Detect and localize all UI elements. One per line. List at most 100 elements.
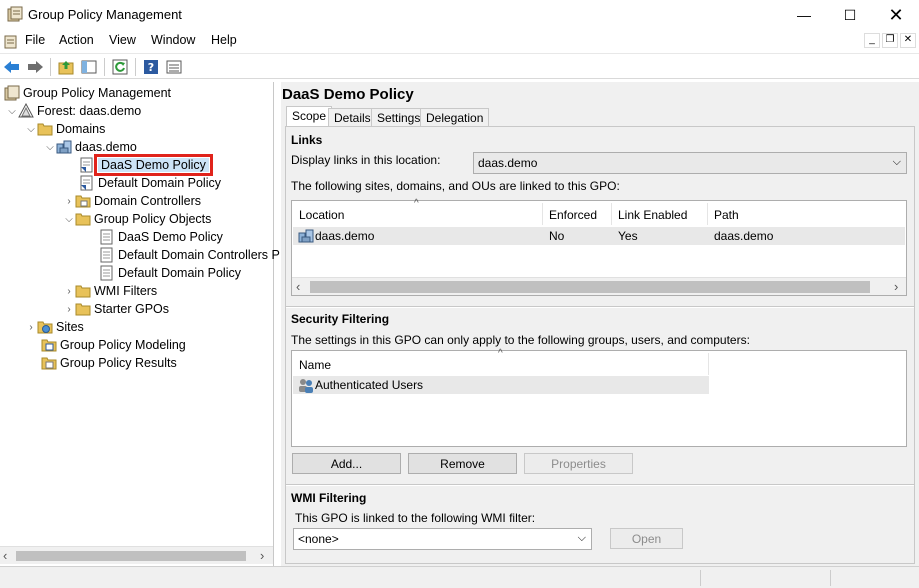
chevron-down-icon: ⌵ xyxy=(892,156,901,168)
column-divider xyxy=(611,203,612,225)
menu-file[interactable]: File xyxy=(25,33,45,47)
scrollbar-thumb[interactable] xyxy=(310,281,870,293)
tree-item-modeling[interactable]: Group Policy Modeling xyxy=(41,336,186,354)
column-divider xyxy=(542,203,543,225)
results-icon xyxy=(41,355,57,371)
tree-item-gpo-folder[interactable]: ⌵ Group Policy Objects xyxy=(63,210,211,228)
security-listview[interactable]: ^ Name Authenticated Users xyxy=(291,348,907,447)
menu-action[interactable]: Action xyxy=(59,33,94,47)
menu-window[interactable]: Window xyxy=(151,33,195,47)
security-description: The settings in this GPO can only apply … xyxy=(291,333,750,347)
tree-item-wmi-filters[interactable]: › WMI Filters xyxy=(63,282,157,300)
column-header-enforced[interactable]: Enforced xyxy=(549,208,597,222)
tree-label: Group Policy Objects xyxy=(94,212,212,226)
column-header-location[interactable]: Location xyxy=(299,208,344,222)
links-listview[interactable]: ^ Location Enforced Link Enabled Path da… xyxy=(291,198,907,296)
svg-text:?: ? xyxy=(148,61,154,74)
forward-icon[interactable] xyxy=(26,58,44,76)
chevron-left-icon[interactable]: ‹ xyxy=(3,548,7,563)
chevron-right-icon[interactable]: › xyxy=(260,548,264,563)
console-tree: Group Policy Management ⌵ Forest: daas.d… xyxy=(0,82,280,566)
chevron-right-icon[interactable]: › xyxy=(63,196,75,207)
tree-label: Group Policy Modeling xyxy=(60,338,186,352)
links-horizontal-scrollbar[interactable]: ‹ › xyxy=(292,277,906,295)
domain-icon xyxy=(56,139,72,155)
display-links-dropdown[interactable]: daas.demo ⌵ xyxy=(473,152,907,174)
tree-label: Default Domain Policy xyxy=(98,176,221,190)
chevron-down-icon[interactable]: ⌵ xyxy=(63,214,75,225)
tree-item-domain-controllers[interactable]: › Domain Controllers xyxy=(63,192,201,210)
tree-label-selected: DaaS Demo Policy xyxy=(94,154,213,176)
chevron-down-icon[interactable]: ⌵ xyxy=(6,106,18,117)
tree-item-starter-gpos[interactable]: › Starter GPOs xyxy=(63,300,169,318)
chevron-left-icon[interactable]: ‹ xyxy=(296,279,300,294)
column-header-path[interactable]: Path xyxy=(714,208,739,222)
mdi-close-button[interactable]: ✕ xyxy=(900,33,916,48)
tab-scope[interactable]: Scope xyxy=(286,106,333,127)
toolbar: ? xyxy=(0,53,919,79)
app-icon xyxy=(7,6,23,22)
chevron-right-icon[interactable]: › xyxy=(63,304,75,315)
status-bar xyxy=(0,566,919,588)
tree-horizontal-scrollbar[interactable]: ‹ › xyxy=(0,546,273,564)
security-heading: Security Filtering xyxy=(291,312,390,326)
tree-item-gpo-ddcp[interactable]: Default Domain Controllers P xyxy=(99,246,280,264)
chevron-down-icon[interactable]: ⌵ xyxy=(44,142,56,153)
display-links-label: Display links in this location: xyxy=(291,153,441,167)
tree-item-default-domain-policy-link[interactable]: Default Domain Policy xyxy=(79,174,221,192)
open-button[interactable]: Open xyxy=(610,528,683,549)
mdi-minimize-button[interactable]: _ xyxy=(864,33,880,48)
tab-details[interactable]: Details xyxy=(328,108,377,127)
back-icon[interactable] xyxy=(3,58,21,76)
table-row[interactable]: Authenticated Users xyxy=(293,376,709,394)
tree-item-gpo-daas[interactable]: DaaS Demo Policy xyxy=(99,228,223,246)
maximize-button[interactable]: ☐ xyxy=(827,0,873,30)
up-folder-icon[interactable] xyxy=(57,58,75,76)
tree-item-results[interactable]: Group Policy Results xyxy=(41,354,177,372)
tree-label: Default Domain Controllers P xyxy=(118,248,280,262)
tree-item-domain[interactable]: ⌵ daas.demo xyxy=(44,138,137,156)
scrollbar-thumb[interactable] xyxy=(16,551,246,561)
column-header-name[interactable]: Name xyxy=(299,358,331,372)
tree-label: Default Domain Policy xyxy=(118,266,241,280)
wmi-filter-dropdown[interactable]: <none> ⌵ xyxy=(293,528,592,550)
chevron-down-icon: ⌵ xyxy=(577,532,586,544)
tree-item-domains[interactable]: ⌵ Domains xyxy=(25,120,105,138)
properties-button[interactable]: Properties xyxy=(524,453,633,474)
folder-icon xyxy=(75,211,91,227)
add-button[interactable]: Add... xyxy=(292,453,401,474)
tree-label: DaaS Demo Policy xyxy=(118,230,223,244)
chevron-right-icon[interactable]: › xyxy=(25,322,37,333)
cell-location: daas.demo xyxy=(315,229,375,243)
chevron-right-icon[interactable]: › xyxy=(63,286,75,297)
show-hide-console-tree-icon[interactable] xyxy=(80,58,98,76)
links-description: The following sites, domains, and OUs ar… xyxy=(291,179,620,193)
tree-item-gpo-ddp[interactable]: Default Domain Policy xyxy=(99,264,241,282)
chevron-right-icon[interactable]: › xyxy=(894,279,898,294)
tree-item-forest[interactable]: ⌵ Forest: daas.demo xyxy=(6,102,141,120)
forest-icon xyxy=(18,102,34,119)
gpo-icon xyxy=(99,229,115,245)
tab-settings[interactable]: Settings xyxy=(371,108,427,127)
tree-label: Starter GPOs xyxy=(94,302,170,316)
minimize-button[interactable]: — xyxy=(781,0,827,30)
column-header-link-enabled[interactable]: Link Enabled xyxy=(618,208,687,222)
tree-item-sites[interactable]: › Sites xyxy=(25,318,83,336)
tree-item-root[interactable]: Group Policy Management xyxy=(4,84,171,102)
help-icon[interactable]: ? xyxy=(142,58,160,76)
cell-path: daas.demo xyxy=(714,229,774,243)
remove-button[interactable]: Remove xyxy=(408,453,517,474)
chevron-down-icon[interactable]: ⌵ xyxy=(25,124,37,135)
gpo-link-icon xyxy=(79,175,95,191)
menu-help[interactable]: Help xyxy=(211,33,237,47)
close-button[interactable]: ✕ xyxy=(873,0,919,30)
tree-label: Domain Controllers xyxy=(94,194,201,208)
table-row[interactable]: daas.demo No Yes daas.demo xyxy=(293,227,905,245)
refresh-icon[interactable] xyxy=(111,58,129,76)
mdi-restore-button[interactable]: ❐ xyxy=(882,33,898,48)
tab-delegation[interactable]: Delegation xyxy=(420,108,490,127)
status-divider xyxy=(830,570,831,586)
menu-view[interactable]: View xyxy=(109,33,136,47)
properties-view-icon[interactable] xyxy=(165,58,183,76)
tree-item-daas-policy-link[interactable]: DaaS Demo Policy xyxy=(79,154,213,176)
